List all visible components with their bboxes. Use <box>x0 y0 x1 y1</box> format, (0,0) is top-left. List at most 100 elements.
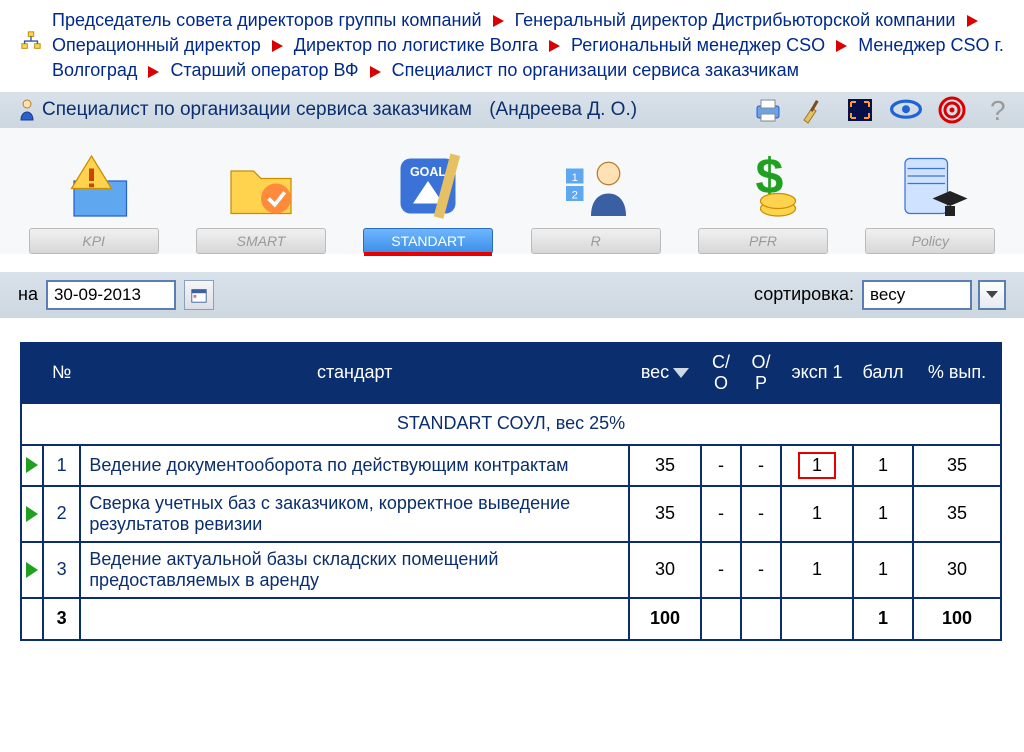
breadcrumb-sep-icon <box>148 66 159 78</box>
col-vyp[interactable]: % вып. <box>913 343 1001 403</box>
folder-check-icon <box>221 146 301 226</box>
cell-co: - <box>701 486 741 542</box>
breadcrumb-item[interactable]: Председатель совета директоров группы ко… <box>52 10 482 30</box>
section-title: STANDART СОУЛ, вес 25% <box>21 403 1001 445</box>
svg-text:GOAL: GOAL <box>410 165 446 179</box>
standards-table: № стандарт вес С/О О/Р эксп 1 балл % вып… <box>20 342 1002 641</box>
cell-co: - <box>701 542 741 598</box>
breadcrumb-item[interactable]: Специалист по организации сервиса заказч… <box>392 60 799 80</box>
breadcrumb-item[interactable]: Директор по логистике Волга <box>294 35 538 55</box>
goal-badge-icon: GOAL <box>388 146 468 226</box>
cell-ball: 1 <box>853 542 913 598</box>
tab-policy[interactable]: Policy <box>860 146 1000 254</box>
totals-row: 31001100 <box>21 598 1001 640</box>
titlebar-user: (Андреева Д. О.) <box>489 99 637 121</box>
people-rank-icon: 12 <box>556 146 636 226</box>
breadcrumb-sep-icon <box>967 15 978 27</box>
doc-cap-icon <box>890 146 970 226</box>
svg-text:2: 2 <box>571 189 577 201</box>
breadcrumb-item[interactable]: Операционный директор <box>52 35 261 55</box>
titlebar-role: Специалист по организации сервиса заказч… <box>42 99 472 121</box>
sort-desc-icon <box>673 368 689 378</box>
tab-button[interactable]: STANDART <box>363 228 493 254</box>
tab-kpi[interactable]: KPI <box>24 146 164 254</box>
eye-icon[interactable] <box>890 96 922 124</box>
breadcrumb-item[interactable]: Региональный менеджер CSO <box>571 35 825 55</box>
breadcrumb-item[interactable]: Генеральный директор Дистрибьюторской ко… <box>515 10 956 30</box>
breadcrumb[interactable]: Председатель совета директоров группы ко… <box>52 6 1014 84</box>
tab-standart[interactable]: GOAL STANDART <box>358 146 498 254</box>
tab-smart[interactable]: SMART <box>191 146 331 254</box>
target-icon[interactable] <box>936 96 968 124</box>
tab-pfr[interactable]: $PFR <box>693 146 833 254</box>
cell-num: 2 <box>43 486 80 542</box>
tab-button[interactable]: R <box>531 228 661 254</box>
person-icon <box>18 99 36 121</box>
help-icon[interactable]: ? <box>982 96 1014 124</box>
breadcrumb-sep-icon <box>549 40 560 52</box>
cell-vyp: 35 <box>913 486 1001 542</box>
expand-row-icon[interactable] <box>21 542 43 598</box>
expand-row-icon[interactable] <box>21 445 43 486</box>
total-vyp: 100 <box>913 598 1001 640</box>
breadcrumb-item[interactable]: Старший оператор ВФ <box>170 60 358 80</box>
table-row: 3Ведение актуальной базы складских помещ… <box>21 542 1001 598</box>
sort-dropdown-icon[interactable] <box>978 280 1006 310</box>
breadcrumb-sep-icon <box>370 66 381 78</box>
col-eksp[interactable]: эксп 1 <box>781 343 853 403</box>
cell-num: 3 <box>43 542 80 598</box>
cell-vyp: 30 <box>913 542 1001 598</box>
cell-ves: 35 <box>629 486 701 542</box>
sort-select[interactable] <box>862 280 972 310</box>
tab-r[interactable]: 12R <box>526 146 666 254</box>
print-icon[interactable] <box>752 96 784 124</box>
cell-eksp[interactable]: 1 <box>781 542 853 598</box>
cell-op: - <box>741 542 781 598</box>
svg-text:?: ? <box>990 96 1006 124</box>
broom-icon[interactable] <box>798 96 830 124</box>
fullscreen-icon[interactable] <box>844 96 876 124</box>
cell-name[interactable]: Сверка учетных баз с заказчиком, коррект… <box>80 486 629 542</box>
cell-ves: 35 <box>629 445 701 486</box>
warning-grid-icon <box>54 146 134 226</box>
org-tree-icon <box>20 30 42 52</box>
col-ball[interactable]: балл <box>853 343 913 403</box>
cell-vyp: 35 <box>913 445 1001 486</box>
cell-ball: 1 <box>853 445 913 486</box>
col-op[interactable]: О/Р <box>741 343 781 403</box>
tab-button[interactable]: SMART <box>196 228 326 254</box>
tab-button[interactable]: Policy <box>865 228 995 254</box>
breadcrumb-sep-icon <box>493 15 504 27</box>
cell-op: - <box>741 445 781 486</box>
tab-button[interactable]: PFR <box>698 228 828 254</box>
col-expand <box>21 343 43 403</box>
svg-text:1: 1 <box>571 172 577 184</box>
sort-label: сортировка: <box>754 284 854 305</box>
col-name[interactable]: стандарт <box>80 343 629 403</box>
total-ball: 1 <box>853 598 913 640</box>
title-bar: Специалист по организации сервиса заказч… <box>0 92 1024 128</box>
cell-op: - <box>741 486 781 542</box>
total-count: 3 <box>43 598 80 640</box>
cell-co: - <box>701 445 741 486</box>
breadcrumb-sep-icon <box>272 40 283 52</box>
money-dollar-icon: $ <box>723 146 803 226</box>
cell-name[interactable]: Ведение документооборота по действующим … <box>80 445 629 486</box>
cell-ves: 30 <box>629 542 701 598</box>
table-row: 2Сверка учетных баз с заказчиком, коррек… <box>21 486 1001 542</box>
cell-name[interactable]: Ведение актуальной базы складских помеще… <box>80 542 629 598</box>
tab-bar: KPISMARTGOALSTANDART12R$PFRPolicy <box>0 128 1024 254</box>
table-row: 1 Ведение документооборота по действующим… <box>21 445 1001 486</box>
cell-eksp[interactable]: 1 <box>781 445 853 486</box>
date-input[interactable] <box>46 280 176 310</box>
total-ves: 100 <box>629 598 701 640</box>
col-num[interactable]: № <box>43 343 80 403</box>
tab-button[interactable]: KPI <box>29 228 159 254</box>
expand-row-icon[interactable] <box>21 486 43 542</box>
breadcrumb-sep-icon <box>836 40 847 52</box>
col-ves[interactable]: вес <box>629 343 701 403</box>
calendar-icon[interactable] <box>184 280 214 310</box>
cell-ball: 1 <box>853 486 913 542</box>
col-co[interactable]: С/О <box>701 343 741 403</box>
cell-eksp[interactable]: 1 <box>781 486 853 542</box>
